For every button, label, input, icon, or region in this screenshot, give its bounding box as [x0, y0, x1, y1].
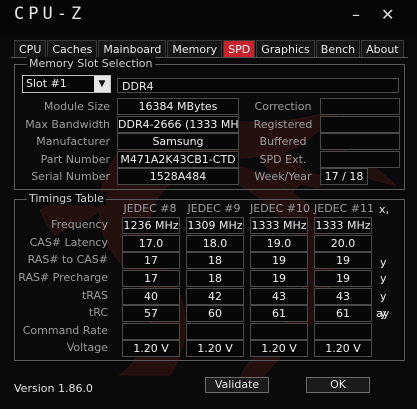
- timing-row-label: tRC: [88, 306, 108, 319]
- timing-cell: 20.0: [314, 235, 372, 252]
- timing-cell: 19: [250, 270, 308, 287]
- tab-caches[interactable]: Caches: [47, 40, 98, 58]
- tab-mainboard[interactable]: Mainboard: [98, 40, 167, 58]
- correction-label: Correction: [254, 100, 312, 113]
- timing-cell: [122, 323, 180, 340]
- timing-row-label: tRAS: [81, 289, 108, 302]
- registered-label: Registered: [253, 118, 313, 131]
- registered-value: [320, 116, 400, 133]
- spd-ext-value: [320, 151, 400, 168]
- tab-about[interactable]: About: [361, 40, 404, 58]
- timing-column-header: JEDEC #10: [250, 202, 311, 215]
- timing-cell: 1333 MHz: [250, 217, 308, 234]
- minimize-button[interactable]: –: [352, 5, 360, 24]
- manufacturer-value: Samsung: [117, 133, 239, 150]
- app-title: CPU-Z: [14, 4, 86, 24]
- timing-row-label: RAS# to CAS#: [27, 253, 108, 266]
- timing-row-label: Command Rate: [22, 324, 108, 337]
- spd-ext-label: SPD Ext.: [259, 153, 307, 166]
- slot-select-value: Slot #1: [26, 77, 67, 90]
- clipped-edge-text: y: [380, 272, 387, 285]
- timing-cell: 1.20 V: [186, 340, 244, 357]
- clipped-edge-text-2: ay: [376, 307, 390, 320]
- timing-row-label: RAS# Precharge: [18, 271, 108, 284]
- timing-cell: 42: [186, 288, 244, 305]
- timing-cell: 1.20 V: [314, 340, 372, 357]
- chevron-down-icon[interactable]: ▼: [94, 76, 110, 92]
- tab-bench[interactable]: Bench: [315, 40, 361, 58]
- memory-slot-group-title: Memory Slot Selection: [27, 57, 155, 70]
- module-size-label: Module Size: [43, 100, 110, 113]
- timing-cell: 17: [122, 252, 180, 269]
- timing-cell: 19: [250, 252, 308, 269]
- timing-cell: 1.20 V: [122, 340, 180, 357]
- timing-cell: 19: [314, 270, 372, 287]
- timing-column-header: JEDEC #8: [123, 202, 177, 215]
- timing-cell: 61: [314, 305, 372, 322]
- week-year-label: Week/Year: [254, 170, 312, 183]
- timing-row-label: Voltage: [66, 341, 108, 354]
- timing-cell: 18.0: [186, 235, 244, 252]
- close-button[interactable]: ✕: [381, 5, 394, 24]
- tab-bar: CPU Caches Mainboard Memory SPD Graphics…: [14, 40, 405, 58]
- timing-cell: 1236 MHz: [122, 217, 180, 234]
- ok-button[interactable]: OK: [306, 377, 370, 393]
- part-number-label: Part Number: [40, 153, 110, 166]
- serial-number-label: Serial Number: [31, 170, 110, 183]
- timing-cell: 1333 MHz: [314, 217, 372, 234]
- timing-cell: [250, 323, 308, 340]
- timing-cell: 61: [250, 305, 308, 322]
- version-label: Version 1.86.0: [14, 382, 93, 395]
- timing-cell: 19: [314, 252, 372, 269]
- clipped-edge-text: y: [380, 256, 387, 269]
- manufacturer-label: Manufacturer: [36, 135, 110, 148]
- validate-button[interactable]: Validate: [205, 377, 269, 393]
- max-bandwidth-label: Max Bandwidth: [25, 118, 110, 131]
- buffered-label: Buffered: [259, 135, 307, 148]
- timing-cell: 1309 MHz: [186, 217, 244, 234]
- clipped-edge-text: y: [380, 290, 387, 303]
- timing-row-label: CAS# Latency: [29, 236, 108, 249]
- buffered-value: [320, 133, 400, 150]
- timing-cell: 17: [122, 270, 180, 287]
- timing-cell: 43: [314, 288, 372, 305]
- serial-number-value: 1528A484: [117, 168, 239, 185]
- tab-memory[interactable]: Memory: [167, 40, 223, 58]
- week-year-value: 17 / 18: [320, 168, 368, 185]
- timing-cell: 17.0: [122, 235, 180, 252]
- timing-cell: 18: [186, 270, 244, 287]
- timing-cell: 19.0: [250, 235, 308, 252]
- timing-cell: 18: [186, 252, 244, 269]
- timing-cell: [314, 323, 372, 340]
- timing-cell: 40: [122, 288, 180, 305]
- timing-row-label: Frequency: [51, 218, 108, 231]
- module-size-value: 16384 MBytes: [117, 98, 239, 115]
- tab-graphics[interactable]: Graphics: [256, 40, 315, 58]
- timing-cell: 60: [186, 305, 244, 322]
- correction-value: [320, 98, 400, 115]
- timing-cell: 57: [122, 305, 180, 322]
- timing-cell: 1.20 V: [250, 340, 308, 357]
- timing-column-header: JEDEC #11: [314, 202, 375, 215]
- clipped-edge-text: x,: [379, 203, 390, 216]
- timing-cell: 43: [250, 288, 308, 305]
- tab-spd[interactable]: SPD: [223, 40, 256, 58]
- timing-column-header: JEDEC #9: [187, 202, 241, 215]
- timing-cell: [186, 323, 244, 340]
- max-bandwidth-value: DDR4-2666 (1333 MHz): [117, 116, 239, 133]
- timings-group-title: Timings Table: [27, 192, 106, 205]
- slot-select[interactable]: Slot #1 ▼: [22, 75, 111, 93]
- tab-cpu[interactable]: CPU: [14, 40, 47, 58]
- part-number-value: M471A2K43CB1-CTD: [117, 151, 239, 168]
- memory-type-field: DDR4: [117, 78, 399, 93]
